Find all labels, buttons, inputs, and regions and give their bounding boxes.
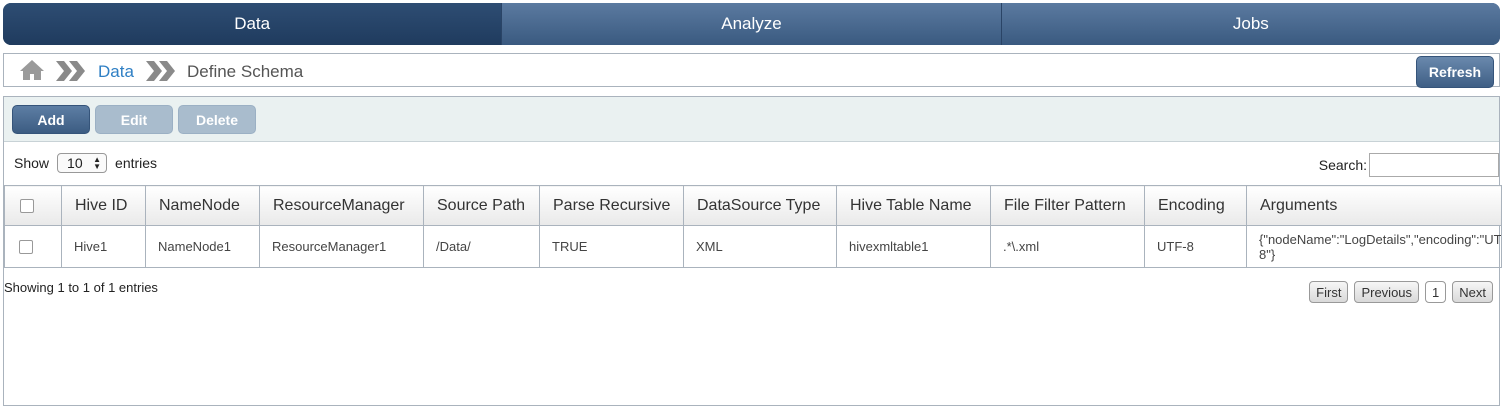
page-length-select[interactable]: 10 ▲ ▼	[57, 153, 108, 173]
show-label: Show	[14, 155, 50, 171]
breadcrumb: Data Define Schema Refresh	[3, 53, 1500, 88]
row-checkbox[interactable]	[19, 239, 33, 254]
table-cell: {"nodeName":"LogDetails","encoding":"UTF…	[1246, 225, 1502, 268]
entries-length: Show 10 ▲ ▼ entries	[14, 153, 157, 173]
delete-button[interactable]: Delete	[178, 105, 256, 134]
table-cell: Hive1	[61, 225, 146, 268]
breadcrumb-link-data[interactable]: Data	[98, 62, 134, 82]
previous-page-button[interactable]: Previous	[1354, 281, 1420, 303]
tab-analyze[interactable]: Analyze	[501, 3, 1001, 45]
column-header[interactable]: NameNode	[145, 185, 260, 226]
home-icon[interactable]	[18, 58, 46, 82]
next-page-button[interactable]: Next	[1452, 281, 1493, 303]
column-header[interactable]: DataSource Type	[683, 185, 837, 226]
table-cell: .*\.xml	[990, 225, 1145, 268]
table-cell: UTF-8	[1144, 225, 1247, 268]
tab-jobs[interactable]: Jobs	[1000, 3, 1500, 45]
table-cell: NameNode1	[145, 225, 260, 268]
table-cell: hivexmltable1	[836, 225, 991, 268]
page-length-value: 10	[67, 155, 83, 171]
toolbar: Add Edit Delete	[4, 97, 1499, 142]
schema-table: Hive ID NameNode ResourceManager Source …	[4, 185, 1502, 268]
column-header[interactable]: Parse Recursive	[539, 185, 684, 226]
table-cell: XML	[683, 225, 837, 268]
schema-panel: Add Edit Delete Show 10 ▲ ▼ entries Searc…	[3, 96, 1502, 406]
table-header-row: Hive ID NameNode ResourceManager Source …	[4, 185, 1502, 226]
column-header[interactable]: Source Path	[423, 185, 540, 226]
row-select-cell	[4, 225, 62, 268]
first-page-button[interactable]: First	[1309, 281, 1349, 303]
entries-label: entries	[115, 155, 158, 171]
column-header[interactable]: Hive ID	[61, 185, 146, 226]
table-cell: /Data/	[423, 225, 540, 268]
edit-button[interactable]: Edit	[95, 105, 173, 134]
column-header[interactable]: Arguments	[1246, 185, 1502, 226]
select-all-cell	[4, 185, 62, 226]
table-cell: TRUE	[539, 225, 684, 268]
pagination: First Previous 1 Next	[1309, 281, 1493, 303]
table-cell: ResourceManager1	[259, 225, 424, 268]
top-nav: Data Analyze Jobs	[3, 3, 1500, 45]
column-header[interactable]: Encoding	[1144, 185, 1247, 226]
column-header[interactable]: ResourceManager	[259, 185, 424, 226]
column-header[interactable]: File Filter Pattern	[990, 185, 1145, 226]
double-chevron-right-icon	[146, 61, 175, 81]
table-info: Showing 1 to 1 of 1 entries	[4, 280, 158, 295]
search-box: Search:	[1319, 153, 1499, 177]
select-arrows-icon: ▲ ▼	[93, 155, 102, 171]
page-1-button[interactable]: 1	[1425, 281, 1447, 303]
breadcrumb-current: Define Schema	[187, 62, 304, 81]
add-button[interactable]: Add	[12, 105, 90, 134]
refresh-button[interactable]: Refresh	[1416, 56, 1494, 88]
search-label: Search:	[1318, 157, 1367, 173]
select-all-checkbox[interactable]	[20, 198, 34, 213]
double-chevron-right-icon	[56, 61, 85, 81]
search-input[interactable]	[1369, 153, 1499, 177]
tab-data[interactable]: Data	[3, 3, 502, 45]
column-header[interactable]: Hive Table Name	[836, 185, 991, 226]
table-row[interactable]: Hive1 NameNode1 ResourceManager1 /Data/ …	[4, 225, 1502, 268]
